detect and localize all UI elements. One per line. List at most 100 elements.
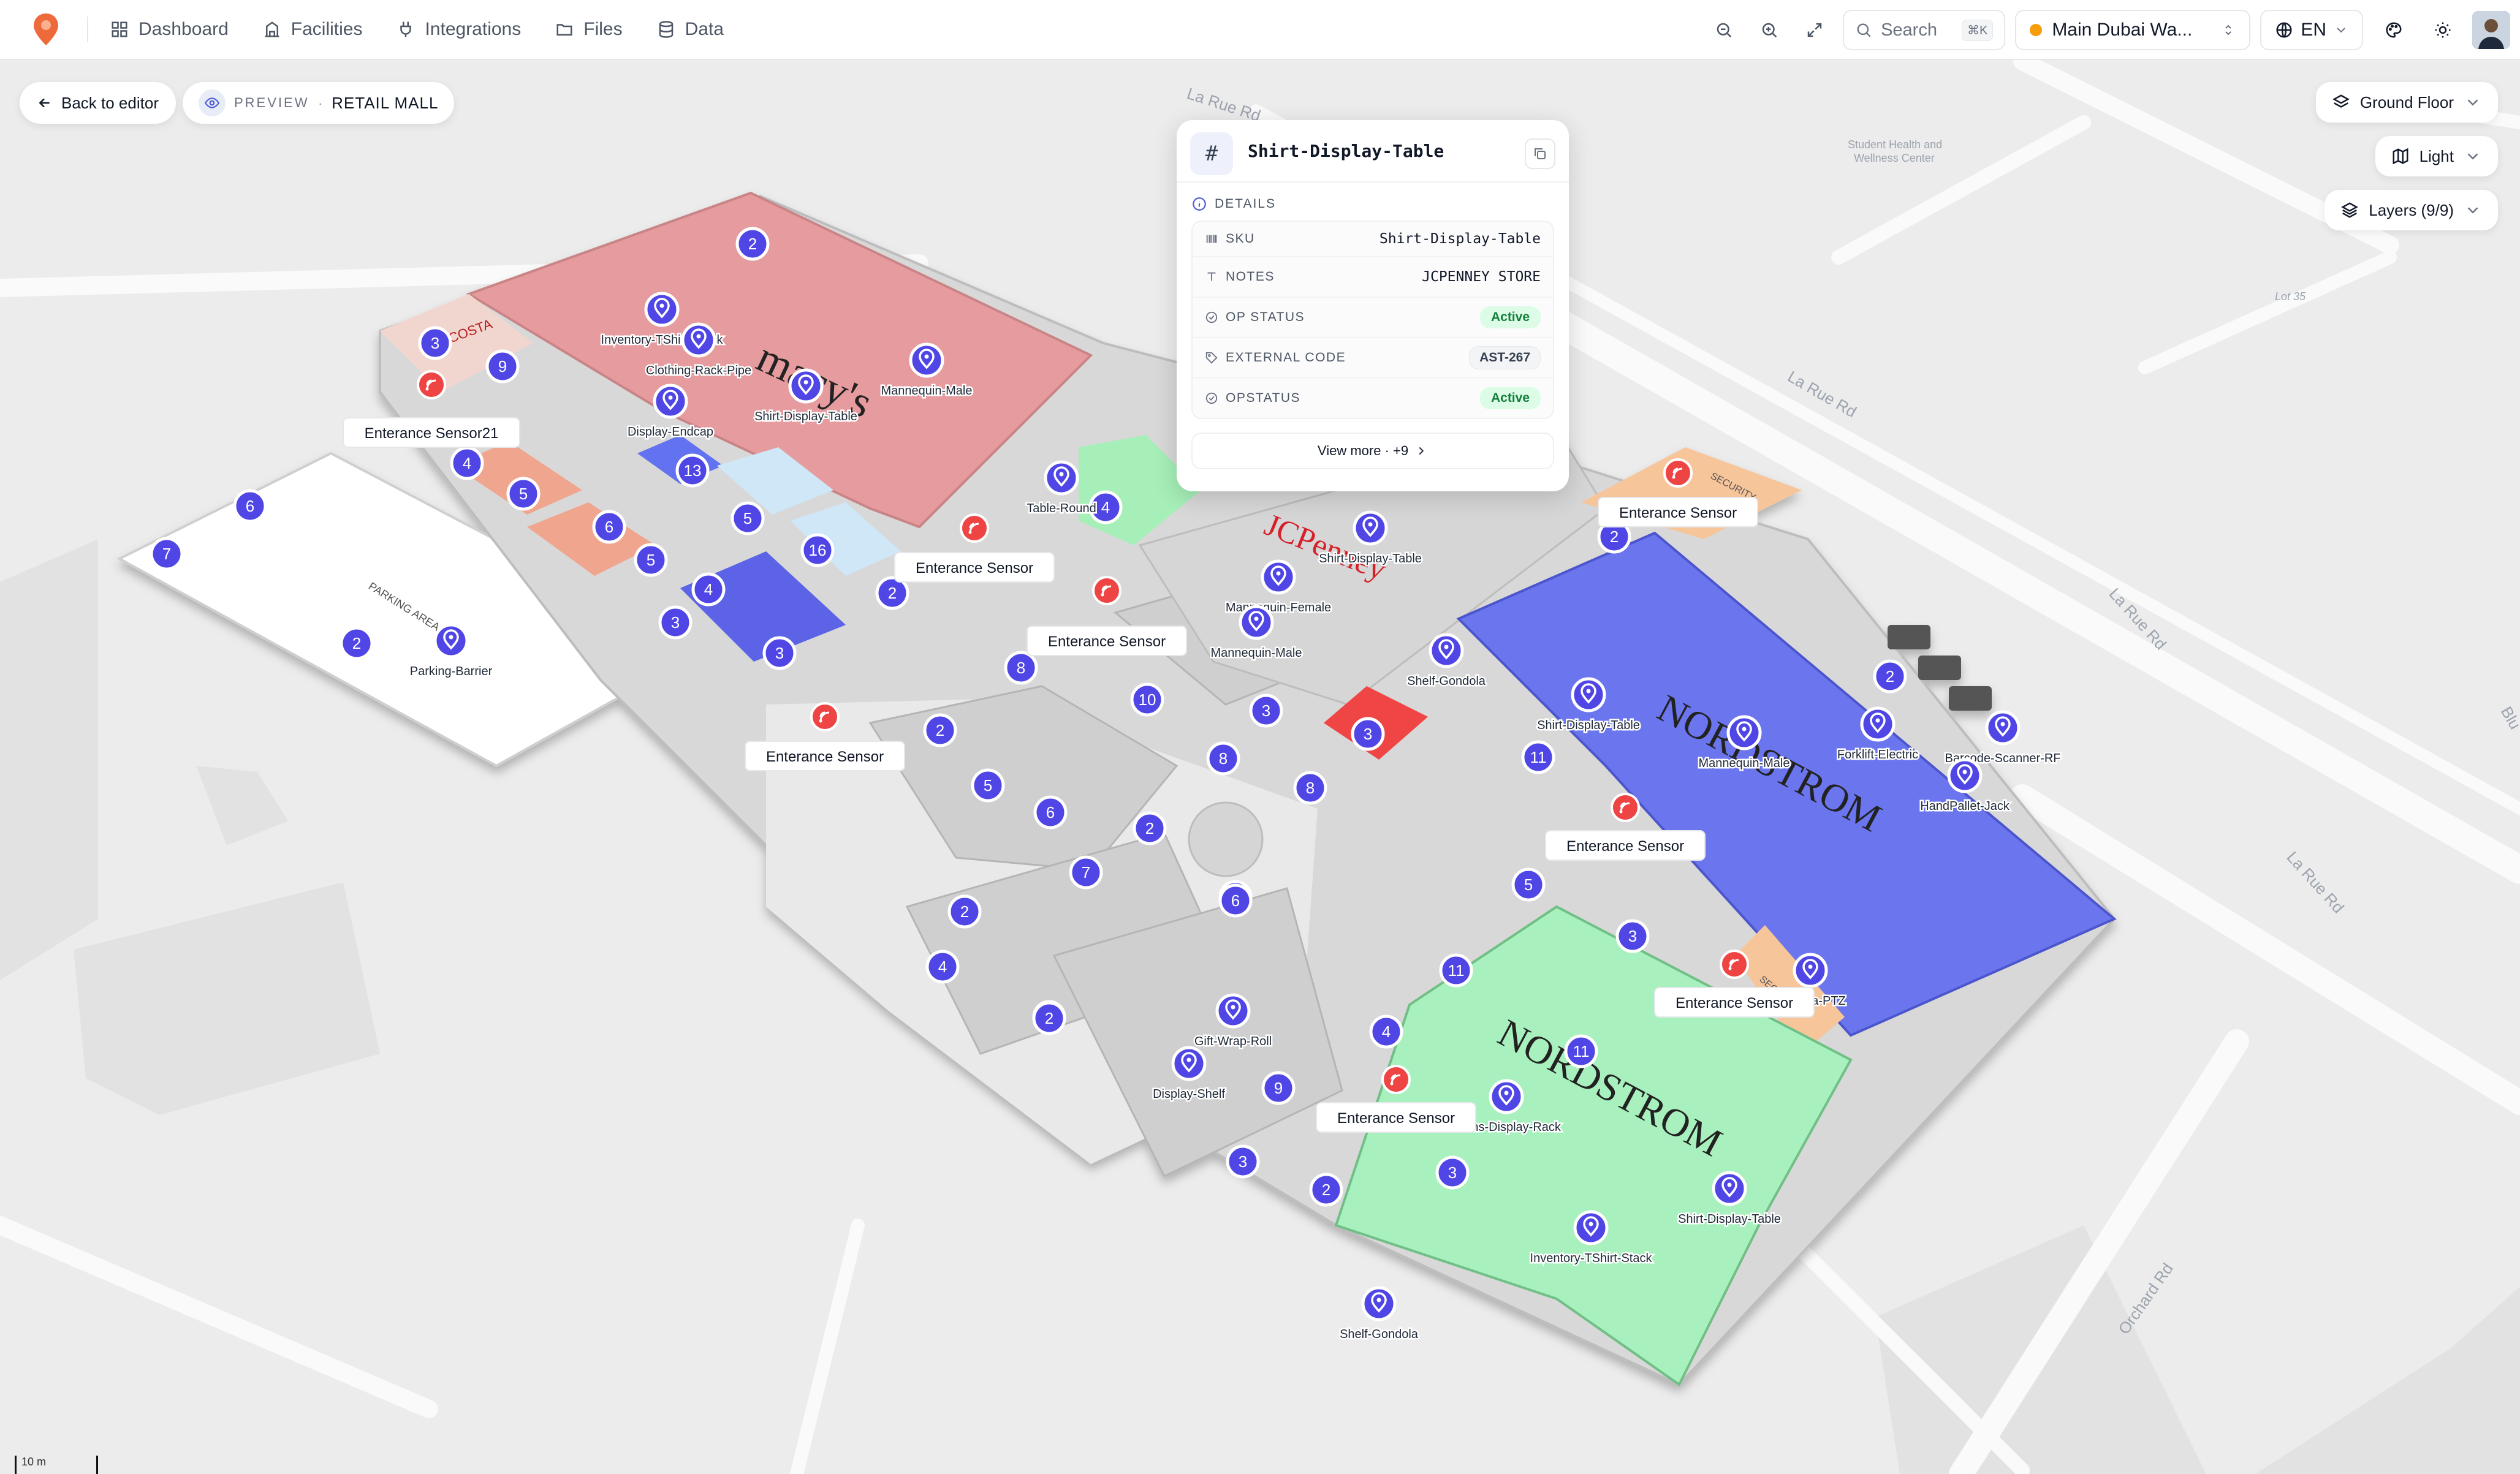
cluster-count: 3: [431, 334, 439, 352]
asset-label: Shirt-Display-Table: [754, 410, 857, 423]
palette-icon: [2386, 22, 2402, 38]
cluster-marker[interactable]: 3: [1615, 919, 1650, 953]
cluster-marker[interactable]: 2: [735, 227, 770, 261]
nav-integrations[interactable]: Integrations: [397, 19, 521, 40]
nav-facilities[interactable]: Facilities: [263, 19, 362, 40]
svg-text:La Rue Rd: La Rue Rd: [1185, 84, 1262, 125]
layers-selector[interactable]: Layers (9/9): [2325, 190, 2498, 230]
cluster-marker[interactable]: 6: [592, 510, 626, 544]
cluster-marker[interactable]: 4: [450, 446, 484, 480]
cluster-marker[interactable]: 2: [1309, 1173, 1343, 1207]
app: La Rue Rd La Rue Rd La Rue Rd La Rue Rd …: [0, 0, 2520, 1474]
view-more-label: View more · +9: [1317, 443, 1409, 458]
cluster-count: 3: [1239, 1152, 1247, 1171]
cluster-marker[interactable]: 5: [506, 477, 541, 511]
fit-view-button[interactable]: [1797, 13, 1832, 47]
cluster-marker[interactable]: 2: [947, 894, 982, 929]
cluster-count: 7: [1082, 863, 1090, 882]
cluster-marker[interactable]: 7: [1069, 855, 1103, 890]
view-more-button[interactable]: View more · +9: [1191, 433, 1554, 469]
cluster-marker[interactable]: 2: [1873, 659, 1907, 694]
nav-dashboard[interactable]: Dashboard: [110, 19, 229, 40]
copy-icon: [1535, 148, 1546, 159]
cluster-count: 3: [775, 644, 784, 662]
grid-icon: [112, 21, 127, 37]
cluster-marker[interactable]: 3: [1351, 717, 1385, 751]
detail-label: SKU: [1226, 232, 1255, 246]
layers-label: Layers (9/9): [2369, 200, 2454, 219]
cluster-marker[interactable]: 3: [1249, 694, 1283, 728]
cluster-marker[interactable]: 8: [1206, 741, 1240, 776]
cluster-marker[interactable]: 5: [971, 768, 1005, 803]
asset-label: Mannequin-Female: [1226, 601, 1331, 614]
facility-selector[interactable]: Main Dubai Wa...: [2015, 10, 2251, 50]
cluster-marker[interactable]: 2: [1133, 811, 1167, 845]
globe-icon: [2276, 22, 2292, 38]
svg-text:Blu: Blu: [2497, 703, 2520, 733]
cluster-marker[interactable]: 4: [925, 950, 960, 984]
asset-label: Shirt-Display-Table: [1319, 552, 1422, 565]
zoom-out-icon: [1717, 23, 1732, 38]
asset-label: Shirt-Display-Table: [1537, 719, 1640, 732]
palette-button[interactable]: [2377, 13, 2411, 47]
cluster-count: 3: [1628, 927, 1637, 945]
cluster-marker[interactable]: 3: [1226, 1144, 1260, 1179]
cluster-marker[interactable]: 6: [1033, 795, 1068, 830]
asset-pin[interactable]: Shelf-Gondola: [1338, 1286, 1420, 1343]
cluster-marker[interactable]: 9: [1261, 1071, 1296, 1105]
detail-value: Shirt-Display-Table: [1379, 231, 1541, 247]
cluster-marker[interactable]: 9: [485, 349, 520, 384]
cluster-marker[interactable]: 11: [1521, 740, 1555, 774]
theme-toggle-button[interactable]: [2426, 13, 2460, 47]
asset-label: Display-Shelf: [1153, 1087, 1225, 1101]
zoom-in-icon: [1762, 23, 1777, 38]
cluster-marker[interactable]: 6: [1218, 883, 1253, 918]
cluster-marker[interactable]: 2: [340, 626, 374, 660]
floor-selector[interactable]: Ground Floor: [2315, 82, 2498, 123]
cluster-marker[interactable]: 5: [634, 543, 668, 577]
cluster-marker[interactable]: 2: [1032, 1001, 1066, 1035]
copy-button[interactable]: [1525, 138, 1555, 169]
zoom-out-button[interactable]: [1707, 13, 1741, 47]
cluster-marker[interactable]: 3: [418, 326, 452, 360]
cluster-marker[interactable]: 6: [233, 489, 267, 523]
sensor-label: Enterance Sensor: [1566, 838, 1684, 855]
preview-separator: ·: [317, 93, 324, 112]
language-selector[interactable]: EN: [2260, 10, 2363, 50]
nav-files[interactable]: Files: [555, 19, 623, 40]
detail-value: JCPENNEY STORE: [1422, 269, 1541, 285]
cluster-marker[interactable]: 4: [1369, 1015, 1403, 1049]
floor-label: Ground Floor: [2359, 93, 2454, 111]
cluster-count: 8: [1219, 749, 1228, 768]
nav-integrations-label: Integrations: [425, 19, 522, 39]
cluster-marker[interactable]: 2: [923, 713, 957, 747]
cluster-marker[interactable]: 8: [1004, 651, 1038, 685]
cluster-marker[interactable]: 3: [1435, 1155, 1470, 1190]
arrow-left-icon: [39, 98, 50, 108]
app-logo[interactable]: [25, 8, 67, 51]
cluster-marker[interactable]: 11: [1564, 1034, 1598, 1068]
cluster-marker[interactable]: 3: [762, 636, 797, 670]
cluster-count: 2: [960, 902, 969, 921]
detail-row-notes: NOTES JCPENNEY STORE: [1193, 256, 1553, 297]
popup-title: Shirt-Display-Table: [1248, 141, 1444, 161]
cluster-marker[interactable]: 10: [1130, 682, 1164, 717]
back-to-editor-button[interactable]: Back to editor: [20, 82, 176, 124]
cluster-marker[interactable]: 8: [1293, 771, 1327, 805]
detail-label: EXTERNAL CODE: [1226, 350, 1346, 365]
search-button[interactable]: Search ⌘K: [1843, 10, 2006, 50]
cluster-marker[interactable]: 4: [691, 572, 726, 607]
map-style-selector[interactable]: Light: [2375, 136, 2498, 176]
nav-data[interactable]: Data: [657, 19, 724, 40]
zoom-in-button[interactable]: [1752, 13, 1786, 47]
cluster-marker[interactable]: 5: [1511, 867, 1546, 902]
cluster-marker[interactable]: 11: [1439, 953, 1473, 988]
folder-icon: [556, 24, 572, 36]
cluster-marker[interactable]: 3: [658, 605, 693, 640]
cluster-marker[interactable]: 7: [150, 537, 184, 571]
cluster-count: 9: [498, 357, 507, 376]
cluster-marker[interactable]: 16: [800, 533, 835, 567]
cluster-marker[interactable]: 5: [731, 501, 765, 535]
user-avatar[interactable]: [2472, 11, 2510, 49]
cluster-marker[interactable]: 13: [675, 453, 710, 488]
